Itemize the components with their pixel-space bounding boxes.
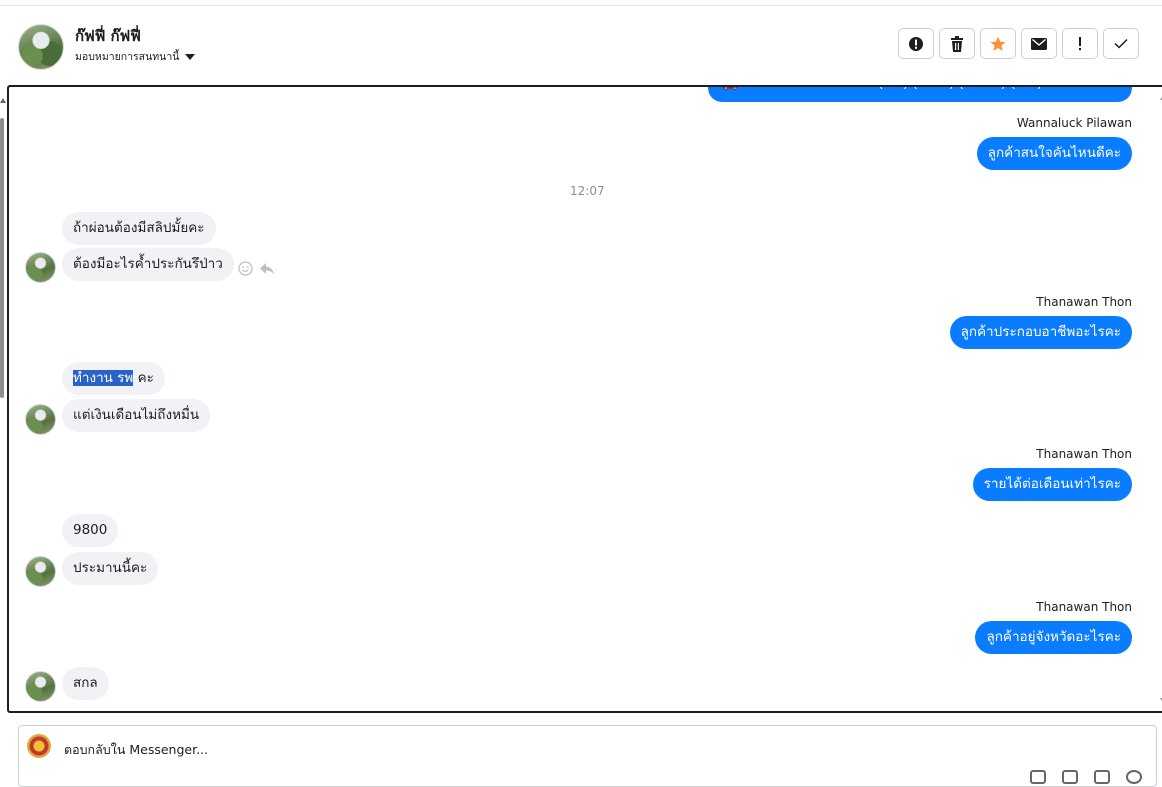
- incoming-message[interactable]: ต้องมีอะไรค้ำประกันรึป่าว: [62, 248, 234, 281]
- mark-spam-button[interactable]: [898, 28, 934, 59]
- incoming-message[interactable]: ถ้าผ่อนต้องมีสลิปมั้ยคะ: [62, 212, 216, 245]
- sender-name: Thanawan Thon: [1036, 600, 1132, 614]
- clipped-message-bubble: 🚗 Commuter D4D 2.5 (HR) (MNC) (MT10) (VI…: [707, 87, 1132, 102]
- left-scroll-up-icon[interactable]: [0, 98, 6, 103]
- timestamp: 12:07: [570, 184, 605, 198]
- contact-name[interactable]: ก๊ฟฟี่ ก๊ฟฟี่: [75, 24, 141, 48]
- incoming-message[interactable]: สกล: [62, 667, 109, 700]
- caret-down-icon: [185, 53, 196, 60]
- outgoing-message[interactable]: รายได้ต่อเดือนเท่าไรคะ: [972, 468, 1132, 501]
- mark-done-button[interactable]: [1103, 28, 1139, 59]
- message-actions: [238, 261, 275, 276]
- attach-tool-icon[interactable]: [1030, 770, 1046, 784]
- envelope-icon: [1031, 37, 1047, 50]
- alert-circle-icon: [909, 36, 923, 51]
- emoji-reaction-icon[interactable]: [238, 261, 253, 276]
- star-icon: [990, 36, 1006, 51]
- incoming-message[interactable]: ทำงาน รพ คะ: [62, 362, 165, 395]
- assign-conversation-dropdown[interactable]: มอบหมายการสนทนานี้: [75, 48, 196, 65]
- reply-icon[interactable]: [259, 262, 275, 276]
- sender-avatar[interactable]: [25, 556, 56, 587]
- sender-name: Wannaluck Pilawan: [1016, 116, 1132, 130]
- star-button[interactable]: [980, 28, 1016, 59]
- reply-input[interactable]: ตอบกลับใน Messenger...: [64, 740, 208, 760]
- contact-avatar[interactable]: [18, 24, 64, 70]
- sender-name: Thanawan Thon: [1036, 295, 1132, 309]
- sender-avatar[interactable]: [25, 404, 56, 435]
- composer-tools: [1030, 770, 1142, 784]
- mark-unread-button[interactable]: [1021, 28, 1057, 59]
- incoming-message[interactable]: แต่เงินเดือนไม่ถึงหมื่น: [62, 399, 211, 432]
- incoming-message[interactable]: 9800: [62, 514, 119, 547]
- outgoing-message[interactable]: ลูกค้าสนใจคันไหนดีคะ: [976, 137, 1132, 170]
- sender-name: Thanawan Thon: [1036, 447, 1132, 461]
- outgoing-message[interactable]: ลูกค้าประกอบอาชีพอะไรคะ: [949, 316, 1132, 349]
- incoming-message[interactable]: ประมานนี้คะ: [62, 552, 159, 585]
- conversation-header: ก๊ฟฟี่ ก๊ฟฟี่ มอบหมายการสนทนานี้: [0, 6, 1162, 84]
- selected-text: ทำงาน รพ: [73, 370, 134, 386]
- sender-avatar[interactable]: [25, 252, 56, 283]
- message-thread[interactable]: 🚗 Commuter D4D 2.5 (HR) (MNC) (MT10) (VI…: [7, 85, 1162, 713]
- left-scrollbar[interactable]: [0, 118, 4, 398]
- message-text: คะ: [133, 370, 154, 386]
- emoji-tool-icon[interactable]: [1126, 770, 1142, 784]
- gif-tool-icon[interactable]: [1094, 770, 1110, 784]
- header-actions: [898, 28, 1139, 59]
- exclamation-icon: [1079, 36, 1081, 50]
- assign-label: มอบหมายการสนทนานี้: [75, 51, 180, 63]
- trash-icon: [951, 35, 963, 52]
- delete-button[interactable]: [939, 28, 975, 59]
- sticker-tool-icon[interactable]: [1062, 770, 1078, 784]
- outgoing-message[interactable]: ลูกค้าอยู่จังหวัดอะไรคะ: [975, 621, 1132, 654]
- page-logo-icon: [27, 734, 51, 758]
- sender-avatar[interactable]: [25, 671, 56, 702]
- check-icon: [1114, 38, 1128, 49]
- follow-up-button[interactable]: [1062, 28, 1098, 59]
- reply-composer[interactable]: ตอบกลับใน Messenger...: [18, 725, 1157, 787]
